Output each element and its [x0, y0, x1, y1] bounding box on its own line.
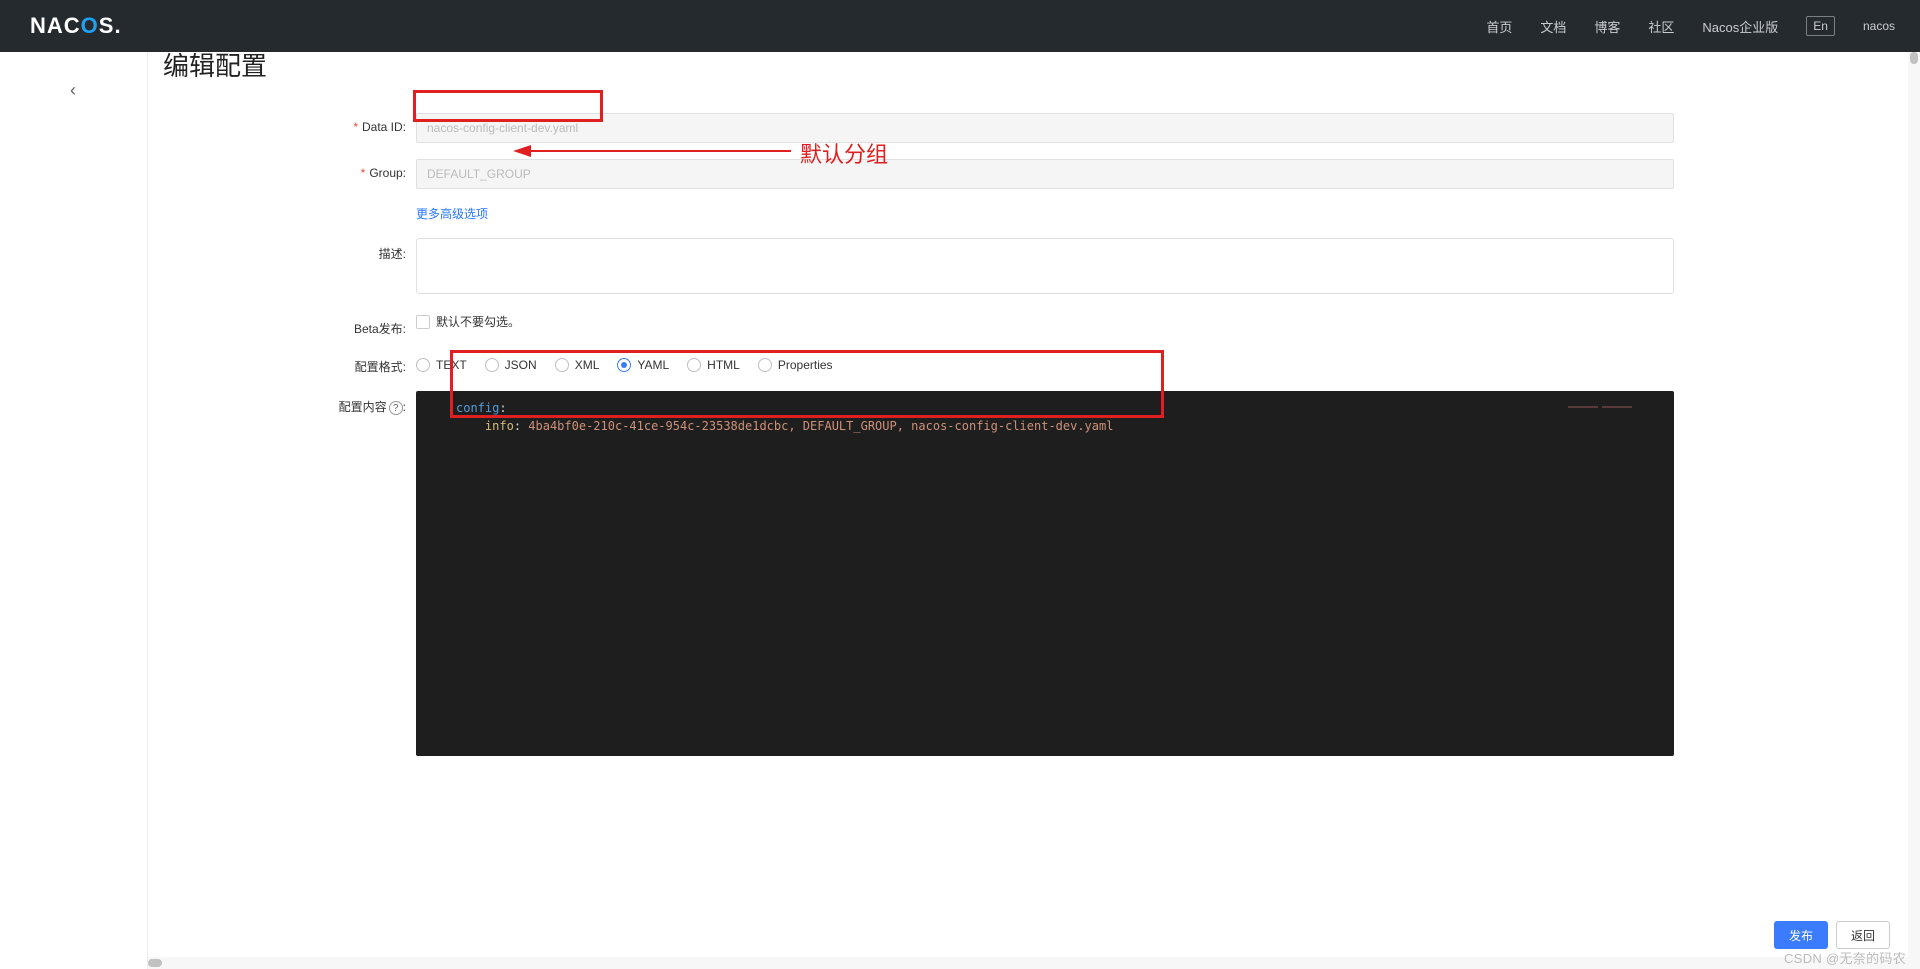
nav-enterprise[interactable]: Nacos企业版: [1702, 17, 1778, 36]
footer-actions: 发布 返回: [1774, 921, 1890, 949]
label-format: 配置格式:: [148, 353, 416, 375]
row-desc: 描述:: [148, 238, 1908, 297]
user-name[interactable]: nacos: [1863, 19, 1895, 33]
more-options-link[interactable]: 更多高级选项: [416, 207, 488, 221]
row-dataid: *Data ID:: [148, 113, 1908, 143]
group-input[interactable]: [416, 159, 1674, 189]
row-content: 配置内容?: config: info: 4ba4bf0e-210c-41ce-…: [148, 391, 1908, 756]
lang-toggle[interactable]: En: [1806, 16, 1835, 36]
row-beta: Beta发布: 默认不要勾选。: [148, 313, 1908, 337]
minimap-icon: [1568, 395, 1668, 401]
label-dataid: *Data ID:: [148, 113, 416, 134]
main-content: 编辑配置 *Data ID: *Group: 更多高级选项: [148, 52, 1908, 969]
format-yaml[interactable]: YAML: [617, 358, 669, 372]
watermark: CSDN @无奈的码农: [1784, 948, 1906, 967]
app-header: NACOS. 首页 文档 博客 社区 Nacos企业版 En nacos: [0, 0, 1920, 52]
sidebar-collapse-icon[interactable]: ‹: [0, 52, 147, 101]
nav-home[interactable]: 首页: [1486, 17, 1512, 36]
label-beta: Beta发布:: [148, 313, 416, 337]
row-group: *Group:: [148, 159, 1908, 189]
horizontal-scrollbar[interactable]: [148, 957, 1908, 969]
content-editor[interactable]: config: info: 4ba4bf0e-210c-41ce-954c-23…: [416, 391, 1674, 756]
back-button[interactable]: 返回: [1836, 921, 1890, 949]
publish-button[interactable]: 发布: [1774, 921, 1828, 949]
row-more: 更多高级选项: [148, 205, 1908, 222]
sidebar: ‹: [0, 52, 148, 969]
format-radio-group: TEXT JSON XML YAML HTML Properties: [416, 353, 1674, 372]
label-group: *Group:: [148, 159, 416, 180]
beta-checkbox[interactable]: 默认不要勾选。: [416, 313, 520, 330]
nav-community[interactable]: 社区: [1648, 17, 1674, 36]
label-desc: 描述:: [148, 238, 416, 262]
page-body: ‹ 编辑配置 *Data ID: *Group: 更多高级选项: [0, 52, 1920, 969]
beta-hint: 默认不要勾选。: [436, 313, 520, 330]
top-nav: 首页 文档 博客 社区 Nacos企业版 En nacos: [1486, 16, 1895, 36]
row-format: 配置格式: TEXT JSON XML YAML HTML Properties: [148, 353, 1908, 375]
config-form: *Data ID: *Group: 更多高级选项 描述:: [148, 113, 1908, 756]
desc-textarea[interactable]: [416, 238, 1674, 294]
format-properties[interactable]: Properties: [758, 358, 833, 372]
format-xml[interactable]: XML: [555, 358, 600, 372]
logo: NACOS.: [30, 13, 122, 39]
help-icon[interactable]: ?: [389, 401, 403, 415]
dataid-input[interactable]: [416, 113, 1674, 143]
label-content: 配置内容?:: [148, 391, 416, 415]
page-title: 编辑配置: [163, 52, 1908, 83]
nav-blog[interactable]: 博客: [1594, 17, 1620, 36]
vertical-scrollbar[interactable]: [1908, 52, 1920, 969]
format-json[interactable]: JSON: [485, 358, 537, 372]
format-text[interactable]: TEXT: [416, 358, 467, 372]
format-html[interactable]: HTML: [687, 358, 740, 372]
nav-docs[interactable]: 文档: [1540, 17, 1566, 36]
